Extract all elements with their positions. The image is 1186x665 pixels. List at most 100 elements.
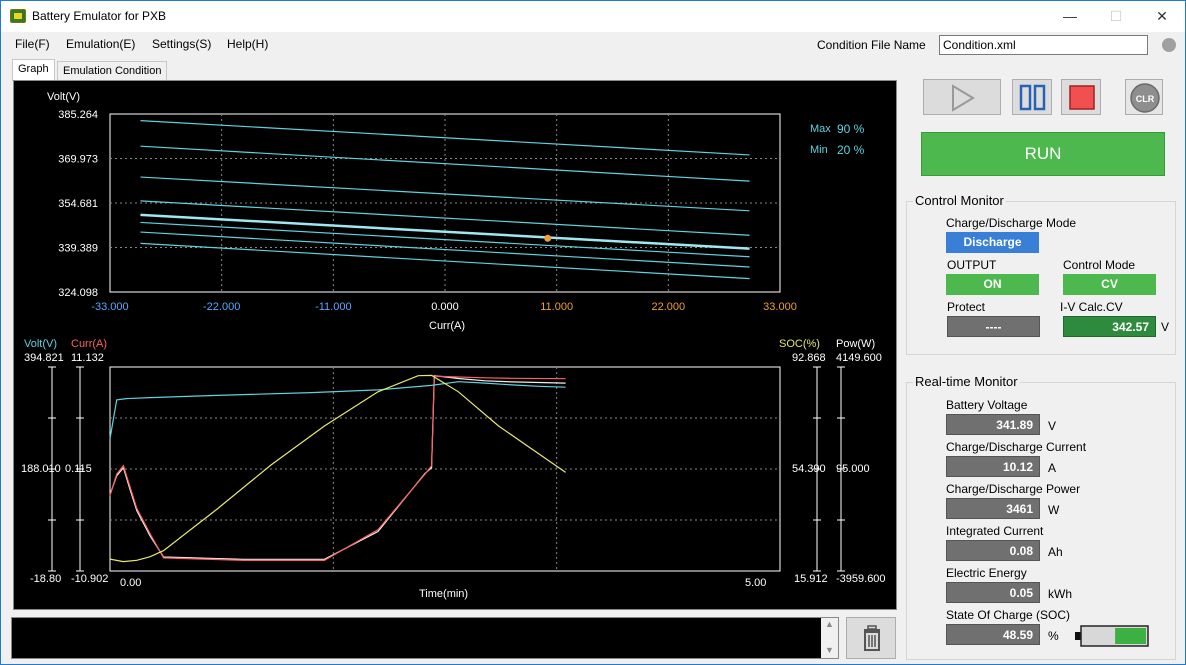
condition-file-label: Condition File Name: [817, 38, 926, 52]
time-xlabel: Time(min): [419, 588, 468, 600]
iv-y-ticks: 385.264 369.973 354.681 339.389 324.098: [58, 109, 98, 299]
pause-button[interactable]: [1012, 79, 1052, 115]
menu-file[interactable]: File(F): [15, 37, 50, 51]
volt-axis-max: 394.821: [24, 352, 64, 364]
output-value: ON: [946, 274, 1039, 295]
menu-emulation[interactable]: Emulation(E): [66, 37, 135, 51]
battery-level-fill: [1115, 628, 1146, 644]
mode-value: Discharge: [946, 232, 1039, 253]
output-label: OUTPUT: [947, 258, 997, 272]
battery-voltage-value: 341.89: [946, 414, 1040, 435]
status-indicator: [1162, 38, 1176, 52]
clr-button[interactable]: CLR: [1125, 79, 1163, 115]
play-icon: [952, 84, 975, 112]
legend-min-value: 20 %: [837, 143, 865, 157]
app-icon: [10, 9, 26, 23]
curr-axis-max: 11.132: [71, 352, 104, 364]
window-title: Battery Emulator for PXB: [32, 9, 167, 23]
legend-min-label: Min: [810, 144, 828, 156]
iv-operating-point: [544, 234, 552, 242]
iv-y-tick: 339.389: [58, 243, 98, 255]
soc-axis-label: SOC(%): [779, 338, 820, 350]
stop-button[interactable]: [1061, 79, 1101, 115]
integrated-current-label: Integrated Current: [946, 524, 1044, 538]
iv-ylabel: Volt(V): [47, 91, 80, 103]
mode-label: Charge/Discharge Mode: [946, 216, 1077, 230]
energy-unit: kWh: [1048, 587, 1072, 601]
iv-x-tick: -11.000: [315, 301, 352, 313]
battery-level-icon: [1075, 625, 1149, 647]
maximize-button[interactable]: ☐: [1093, 1, 1139, 32]
legend-max-label: Max: [810, 123, 831, 135]
power-label: Charge/Discharge Power: [946, 482, 1081, 496]
energy-label: Electric Energy: [946, 566, 1027, 580]
close-button[interactable]: ✕: [1139, 1, 1185, 32]
volt-axis-label: Volt(V): [24, 338, 57, 350]
clear-log-button[interactable]: [846, 617, 896, 659]
iv-x-tick: -22.000: [203, 301, 240, 313]
tab-emulation-condition[interactable]: Emulation Condition: [57, 61, 168, 81]
pow-axis-max: 4149.600: [836, 352, 882, 364]
stop-icon: [1069, 85, 1095, 110]
iv-xlabel: Curr(A): [429, 320, 465, 332]
realtime-monitor-title: Real-time Monitor: [913, 374, 1020, 389]
control-monitor-title: Control Monitor: [913, 193, 1006, 208]
iv-x-tick: 22.000: [652, 301, 686, 313]
control-mode-label: Control Mode: [1063, 258, 1136, 272]
tab-graph[interactable]: Graph: [12, 59, 55, 81]
pause-icon: [1019, 84, 1046, 111]
time-series-volt: [109, 381, 566, 439]
graph-panel: Volt(V) 385.264 369.973 354.681 339.389 324.…: [13, 80, 897, 610]
curr-axis-min: -10.902: [71, 573, 108, 585]
current-unit: A: [1048, 461, 1057, 475]
iv-x-tick: 33.000: [763, 301, 797, 313]
condition-file-input[interactable]: [939, 35, 1148, 55]
power-value: 3461: [946, 498, 1040, 519]
energy-value: 0.05: [946, 582, 1040, 603]
run-button[interactable]: RUN: [921, 132, 1165, 176]
iv-grid: [110, 114, 780, 292]
iv-y-tick: 354.681: [58, 198, 98, 210]
iv-x-tick: -33.000: [91, 301, 128, 313]
integrated-current-unit: Ah: [1048, 545, 1063, 559]
iv-calc-unit: V: [1161, 320, 1170, 334]
iv-y-tick: 324.098: [58, 287, 98, 299]
power-unit: W: [1048, 503, 1060, 517]
play-button[interactable]: [923, 79, 1001, 115]
iv-calc-label: I-V Calc.CV: [1060, 300, 1123, 314]
legend-max-value: 90 %: [837, 122, 865, 136]
current-value: 10.12: [946, 456, 1040, 477]
log-scrollbar[interactable]: ▲ ▼: [821, 618, 838, 658]
current-label: Charge/Discharge Current: [946, 440, 1087, 454]
log-output[interactable]: [11, 617, 839, 659]
iv-calc-value: 342.57: [1063, 316, 1156, 337]
battery-voltage-label: Battery Voltage: [946, 398, 1028, 412]
volt-axis-min: -18.80: [30, 573, 61, 585]
menu-help[interactable]: Help(H): [227, 37, 268, 51]
soc-unit: %: [1048, 629, 1059, 643]
soc-label: State Of Charge (SOC): [946, 608, 1071, 622]
protect-label: Protect: [947, 300, 986, 314]
soc-axis-min: 15.912: [794, 573, 828, 585]
iv-curve: [140, 221, 750, 258]
clr-text: CLR: [1136, 94, 1155, 104]
time-x-tick-0: 0.00: [120, 577, 141, 589]
app-window: Battery Emulator for PXB — ☐ ✕ File(F) E…: [0, 0, 1186, 665]
iv-curve: [140, 231, 750, 268]
clr-icon: CLR: [1130, 83, 1160, 113]
iv-chart: Volt(V) 385.264 369.973 354.681 339.389 324.…: [47, 91, 865, 332]
iv-y-tick: 369.973: [58, 154, 98, 166]
trash-icon: [864, 625, 880, 651]
protect-value: ----: [947, 316, 1040, 337]
curr-axis-label: Curr(A): [71, 338, 107, 350]
time-x-tick-1: 5.00: [745, 577, 766, 589]
menu-settings[interactable]: Settings(S): [152, 37, 211, 51]
time-chart: Volt(V) Curr(A) SOC(%) Pow(W) 394.821 11…: [21, 338, 886, 600]
pow-axis-label: Pow(W): [836, 338, 875, 350]
time-series-pow: [109, 375, 566, 560]
minimize-button[interactable]: —: [1047, 1, 1093, 32]
time-series-soc: [109, 374, 566, 563]
time-series-curr: [109, 375, 566, 561]
pow-axis-min: -3959.600: [836, 573, 886, 585]
title-bar[interactable]: Battery Emulator for PXB — ☐ ✕: [1, 1, 1185, 32]
